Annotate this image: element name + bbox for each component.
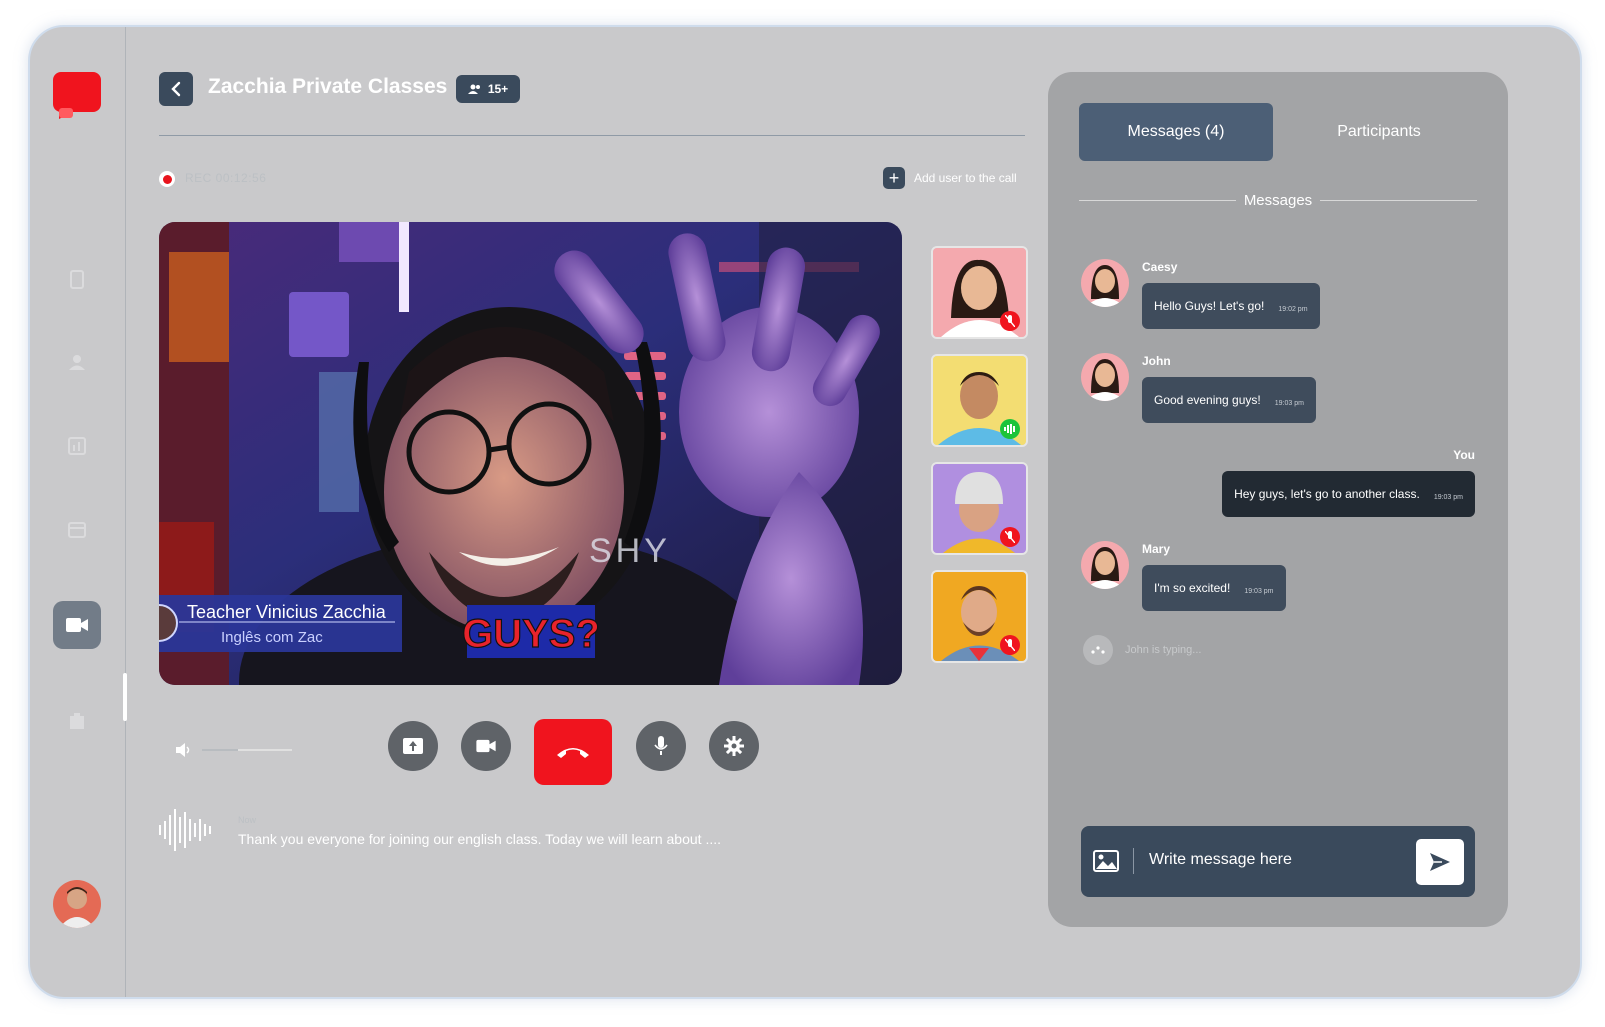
mic-muted-icon [1000, 311, 1020, 331]
participant-thumb-2[interactable] [931, 354, 1028, 447]
end-call-button[interactable] [534, 719, 612, 785]
volume-control[interactable] [176, 743, 292, 757]
mic-muted-icon [1000, 527, 1020, 547]
send-icon [1430, 853, 1450, 871]
volume-fill [202, 749, 238, 751]
speaker-icon [176, 743, 190, 757]
message-author: Mary [1142, 542, 1171, 556]
on-screen-caption: GUYS? [462, 612, 600, 656]
main-video-feed[interactable]: SHY GUYS? Teacher Vinicius Zacchia Inglê… [159, 222, 902, 685]
avatar[interactable] [1081, 259, 1129, 307]
back-button[interactable] [159, 72, 193, 106]
avatar[interactable] [1081, 541, 1129, 589]
camera-toggle-button[interactable] [461, 721, 511, 771]
messages-section-header: Messages [1079, 192, 1477, 209]
users-icon[interactable] [66, 351, 88, 373]
speaking-waveform-icon [1000, 419, 1020, 439]
image-attach-icon[interactable] [1093, 850, 1119, 877]
audio-waveform-icon [159, 807, 215, 858]
mic-muted-icon [1000, 635, 1020, 655]
caption-speaker: Now [238, 815, 257, 825]
message-text: Hello Guys! Let's go! [1154, 299, 1265, 313]
message-bubble[interactable]: Good evening guys! 19:03 pm [1142, 377, 1316, 423]
message-time: 19:03 pm [1433, 493, 1463, 501]
message-bubble[interactable]: I'm so excited! 19:03 pm [1142, 565, 1286, 611]
rail-video-call-button[interactable] [53, 601, 101, 649]
message-input[interactable]: Write message here [1149, 851, 1292, 869]
building-icon[interactable] [66, 710, 88, 732]
typing-status: John is typing... [1125, 644, 1202, 656]
participant-thumb-4[interactable] [931, 570, 1028, 663]
clipboard-icon[interactable] [66, 268, 88, 290]
calendar-icon[interactable] [66, 518, 88, 540]
chat-panel: Messages (4) Participants Messages Caesy… [1048, 72, 1508, 927]
shirt-text: SHY [589, 532, 671, 570]
volume-slider[interactable] [202, 749, 292, 751]
recording-timer: REC 00:12:56 [185, 171, 267, 185]
participant-count-badge[interactable]: 15+ [456, 75, 520, 103]
add-user-label: Add user to the call [914, 171, 1017, 185]
chevron-left-icon [171, 81, 181, 97]
record-indicator-icon [159, 171, 175, 187]
message-time: 19:02 pm [1278, 305, 1308, 313]
share-screen-button[interactable] [388, 721, 438, 771]
message-time: 19:03 pm [1244, 587, 1274, 595]
message-bubble[interactable]: Hello Guys! Let's go! 19:02 pm [1142, 283, 1320, 329]
typing-indicator-icon [1083, 635, 1113, 665]
tab-messages[interactable]: Messages (4) [1079, 103, 1273, 161]
teacher-name-label: Teacher Vinicius Zacchia [187, 602, 387, 622]
message-composer: Write message here [1081, 826, 1475, 897]
page-title: Zacchia Private Classes [208, 75, 448, 98]
participant-thumb-1[interactable] [931, 246, 1028, 339]
message-author: Caesy [1142, 260, 1178, 274]
video-camera-icon [476, 739, 496, 753]
live-caption-text: Thank you everyone for joining our engli… [238, 831, 722, 847]
app-logo[interactable] [53, 72, 101, 120]
user-avatar[interactable] [53, 880, 101, 928]
message-text: Hey guys, let's go to another class. [1234, 487, 1420, 501]
participant-thumb-3[interactable] [931, 462, 1028, 555]
hang-up-icon [557, 748, 589, 758]
message-author: John [1142, 354, 1171, 368]
divider-line [1320, 200, 1477, 201]
message-bubble-own[interactable]: Hey guys, let's go to another class. 19:… [1222, 471, 1475, 517]
tab-participants[interactable]: Participants [1282, 103, 1476, 161]
users-icon [467, 84, 480, 94]
settings-button[interactable] [709, 721, 759, 771]
divider-line [1079, 200, 1236, 201]
composer-divider [1133, 848, 1134, 874]
avatar[interactable] [1081, 353, 1129, 401]
participant-count: 15+ [487, 82, 509, 96]
message-time: 19:03 pm [1274, 399, 1304, 407]
plus-icon: + [883, 167, 905, 189]
rail-divider [125, 27, 126, 997]
gear-icon [724, 736, 744, 756]
message-text: I'm so excited! [1154, 581, 1231, 595]
microphone-icon [654, 736, 668, 755]
header-divider [159, 135, 1025, 136]
message-text: Good evening guys! [1154, 393, 1261, 407]
teacher-subtitle-label: Inglês com Zac [221, 629, 323, 646]
add-user-button[interactable]: + Add user to the call [883, 167, 1017, 189]
microphone-button[interactable] [636, 721, 686, 771]
video-camera-icon [66, 618, 88, 632]
chart-icon[interactable] [66, 435, 88, 457]
app-window: Zacchia Private Classes 15+ REC 00:12:56… [28, 25, 1582, 999]
upload-screen-icon [403, 738, 423, 754]
rail-active-indicator [123, 673, 127, 721]
send-button[interactable] [1416, 839, 1464, 885]
messages-section-title: Messages [1243, 192, 1313, 209]
message-author: You [1453, 448, 1475, 462]
